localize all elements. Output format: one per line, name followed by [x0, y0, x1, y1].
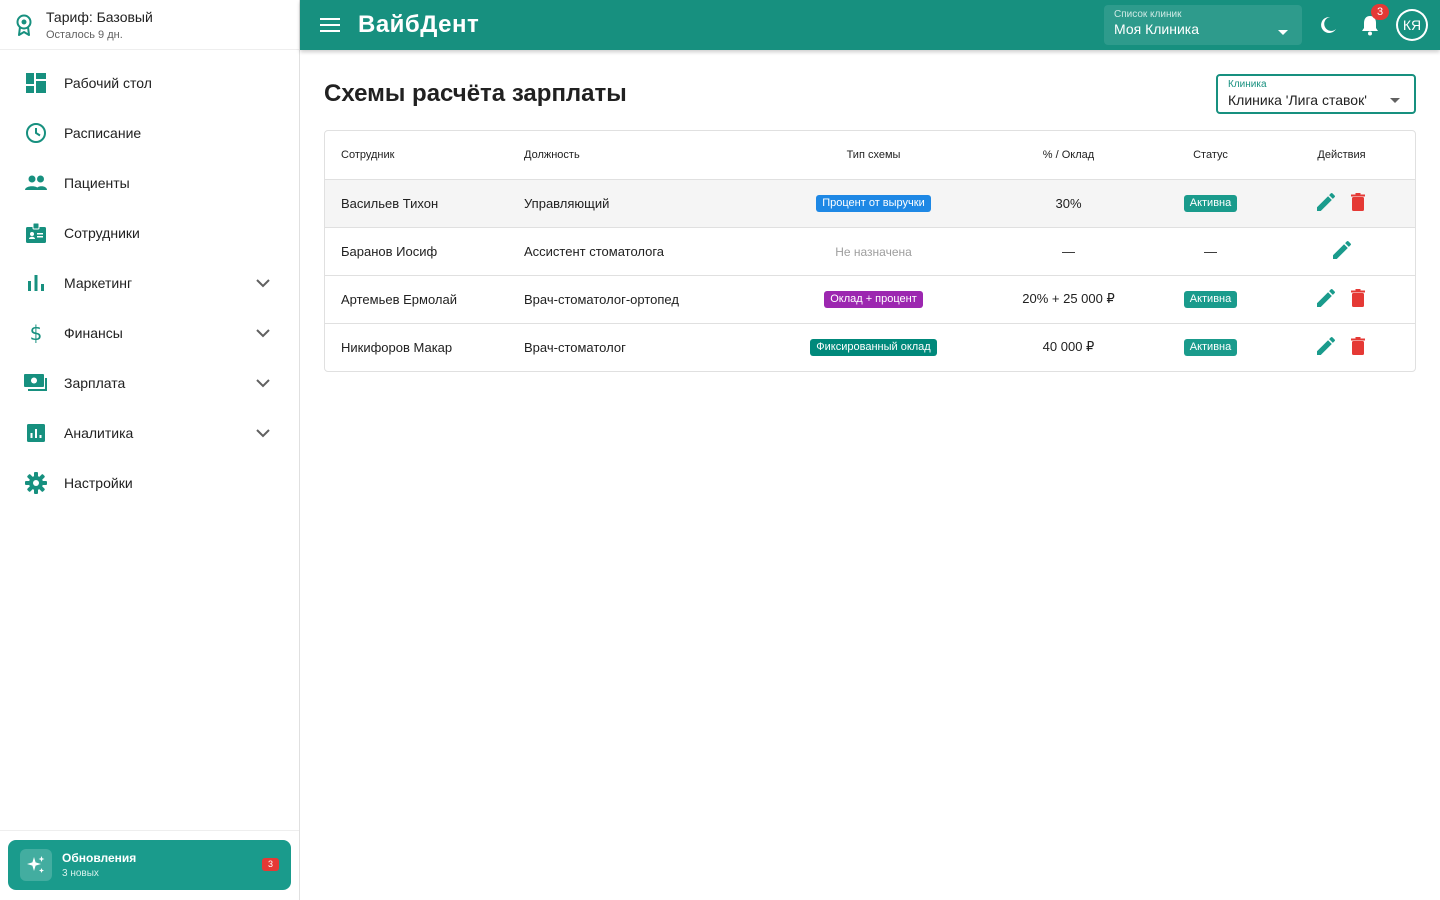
award-icon: [14, 14, 34, 36]
clinic-filter-value: Клиника 'Лига ставок': [1228, 92, 1367, 108]
updates-badge: 3: [262, 858, 279, 871]
employee-name: Артемьев Ермолай: [325, 275, 524, 324]
table-row[interactable]: Баранов Иосиф Ассистент стоматолога Не н…: [325, 227, 1415, 276]
employee-position: Врач-стоматолог-ортопед: [524, 275, 763, 324]
nav-menu: Рабочий стол Расписание Пациенты Сотрудн…: [0, 50, 299, 508]
table-row[interactable]: Артемьев Ермолай Врач-стоматолог-ортопед…: [325, 275, 1415, 324]
chevron-down-icon[interactable]: [255, 275, 271, 291]
edit-icon[interactable]: [1316, 288, 1336, 308]
clinic-list-select[interactable]: Список клиник Моя Клиника: [1104, 5, 1302, 45]
sidebar-item-finance[interactable]: $ Финансы: [0, 308, 299, 358]
edit-icon[interactable]: [1316, 336, 1336, 356]
updates-title: Обновления: [62, 851, 137, 865]
clinic-filter-select[interactable]: Клиника Клиника 'Лига ставок': [1216, 74, 1416, 114]
page-title: Схемы расчёта зарплаты: [324, 80, 627, 107]
scheme-type-chip: Фиксированный оклад: [810, 339, 937, 357]
updates-button[interactable]: Обновления 3 новых 3: [8, 840, 291, 890]
plan-title: Тариф: Базовый: [46, 9, 153, 25]
table-header-row: Сотрудник Должность Тип схемы % / Оклад …: [325, 131, 1415, 180]
sidebar-item-settings[interactable]: Настройки: [0, 458, 299, 508]
sidebar-item-label: Аналитика: [64, 425, 134, 441]
scheme-type-unassigned: Не назначена: [835, 244, 912, 259]
svg-text:$: $: [30, 322, 43, 344]
clinic-list-value: Моя Клиника: [1114, 21, 1199, 37]
updates-subtitle: 3 новых: [62, 868, 99, 879]
column-header-actions: Действия: [1268, 131, 1415, 180]
sidebar-item-salary[interactable]: Зарплата: [0, 358, 299, 408]
column-header-scheme-type[interactable]: Тип схемы: [763, 131, 984, 180]
status-badge: Активна: [1183, 291, 1238, 308]
employee-name: Баранов Иосиф: [325, 227, 524, 276]
employee-name: Никифоров Макар: [341, 339, 453, 355]
chevron-down-icon[interactable]: [255, 375, 271, 391]
caret-down-icon: [1390, 90, 1400, 108]
menu-icon[interactable]: [318, 13, 342, 37]
delete-icon[interactable]: [1348, 192, 1368, 212]
sparkle-icon: [20, 849, 52, 881]
sidebar-item-label: Пациенты: [64, 175, 130, 191]
sidebar: Тариф: Базовый Осталось 9 дн. Рабочий ст…: [0, 0, 300, 900]
divider: [0, 830, 299, 831]
edit-icon[interactable]: [1316, 192, 1336, 212]
sidebar-item-patients[interactable]: Пациенты: [0, 158, 299, 208]
avatar[interactable]: КЯ: [1396, 9, 1428, 41]
column-header-rate[interactable]: % / Оклад: [984, 131, 1153, 180]
employee-position: Управляющий: [524, 179, 763, 228]
caret-down-icon: [1278, 22, 1288, 40]
sidebar-item-label: Зарплата: [64, 375, 126, 391]
salary-schemes-table: Сотрудник Должность Тип схемы % / Оклад …: [324, 130, 1416, 372]
sidebar-item-dashboard[interactable]: Рабочий стол: [0, 58, 299, 108]
notifications-badge: 3: [1371, 4, 1389, 20]
payments-icon: [24, 371, 48, 395]
delete-icon[interactable]: [1348, 288, 1368, 308]
app-header: ВайбДент Список клиник Моя Клиника 3 КЯ: [300, 0, 1440, 50]
sidebar-item-analytics[interactable]: Аналитика: [0, 408, 299, 458]
table-row[interactable]: Васильев Тихон Управляющий Процент от вы…: [325, 179, 1415, 228]
status-value: —: [1153, 227, 1268, 276]
column-header-position[interactable]: Должность: [524, 131, 763, 180]
chevron-down-icon[interactable]: [255, 425, 271, 441]
rate-value: 40 000 ₽: [1042, 339, 1095, 355]
employee-position: Врач-стоматолог: [524, 339, 626, 355]
sidebar-item-label: Сотрудники: [64, 225, 140, 241]
dashboard-icon: [24, 71, 48, 95]
rate-value: —: [984, 227, 1153, 276]
status-badge: Активна: [1183, 339, 1238, 357]
sidebar-item-label: Расписание: [64, 125, 142, 141]
people-icon: [24, 171, 48, 195]
app-brand[interactable]: ВайбДент: [358, 11, 479, 39]
scheme-type-chip: Оклад + процент: [824, 291, 923, 308]
scheme-type-chip: Процент от выручки: [816, 195, 931, 212]
avatar-initials: КЯ: [1398, 11, 1426, 39]
chevron-down-icon[interactable]: [255, 325, 271, 341]
rate-value: 20% + 25 000 ₽: [984, 275, 1153, 324]
column-header-status[interactable]: Статус: [1153, 131, 1268, 180]
gear-icon: [24, 471, 48, 495]
plan-info[interactable]: Тариф: Базовый Осталось 9 дн.: [0, 0, 299, 50]
sidebar-item-label: Настройки: [64, 475, 133, 491]
dollar-icon: $: [24, 321, 48, 345]
employee-position: Ассистент стоматолога: [524, 227, 763, 276]
plan-remaining: Осталось 9 дн.: [46, 29, 123, 41]
status-badge: Активна: [1183, 195, 1238, 212]
sidebar-item-marketing[interactable]: Маркетинг: [0, 258, 299, 308]
sidebar-item-label: Финансы: [64, 325, 123, 341]
dark-mode-icon[interactable]: [1316, 13, 1340, 37]
delete-icon[interactable]: [1348, 336, 1368, 356]
badge-icon: [24, 221, 48, 245]
sidebar-item-label: Рабочий стол: [64, 75, 152, 91]
sidebar-item-staff[interactable]: Сотрудники: [0, 208, 299, 258]
column-header-employee[interactable]: Сотрудник: [325, 131, 524, 180]
clock-icon: [24, 121, 48, 145]
bar-chart-icon: [24, 271, 48, 295]
analytics-icon: [24, 421, 48, 445]
sidebar-item-schedule[interactable]: Расписание: [0, 108, 299, 158]
table-row[interactable]: Никифоров Макар Врач-стоматолог Фиксиров…: [325, 323, 1415, 371]
edit-icon[interactable]: [1332, 240, 1352, 260]
clinic-list-label: Список клиник: [1114, 9, 1182, 20]
clinic-filter-label: Клиника: [1228, 79, 1267, 90]
rate-value: 30%: [984, 179, 1153, 228]
employee-name: Васильев Тихон: [325, 179, 524, 228]
sidebar-item-label: Маркетинг: [64, 275, 133, 291]
